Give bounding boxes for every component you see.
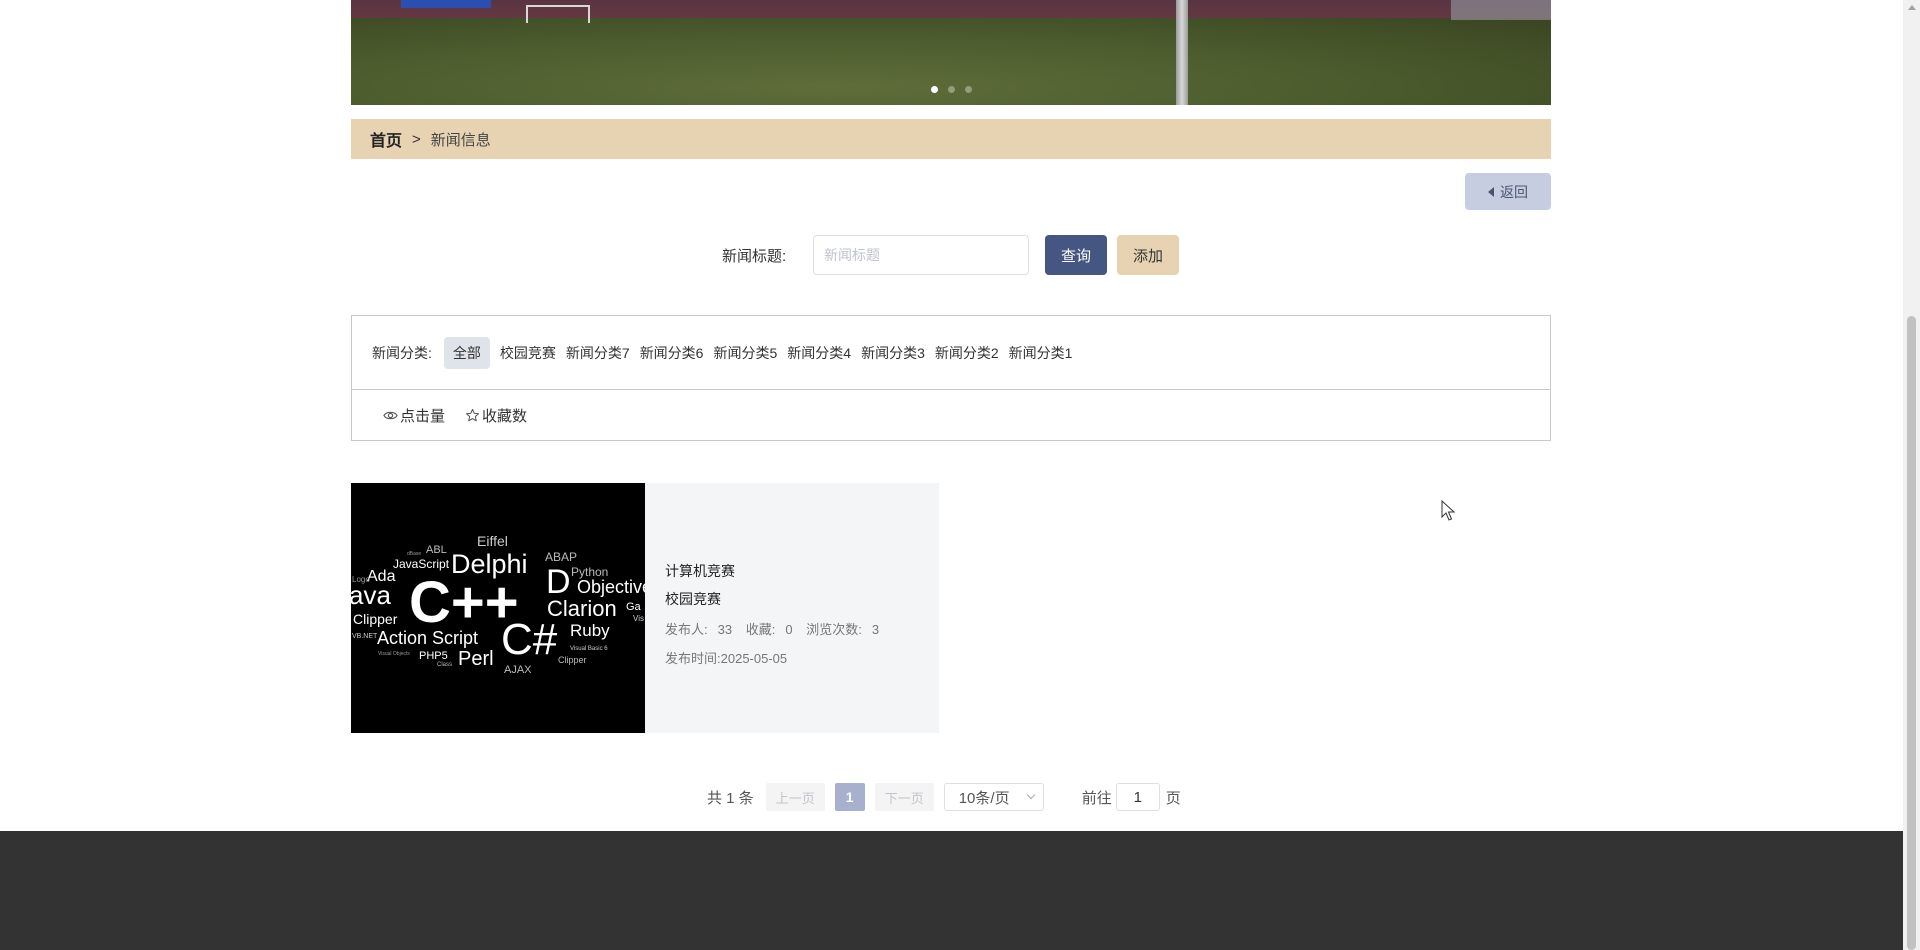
- news-category: 校园竞赛: [665, 591, 721, 607]
- banner-blue-mat: [401, 0, 491, 8]
- views-stat: 浏览次数: 3: [806, 622, 879, 637]
- star-icon: [466, 408, 480, 421]
- breadcrumb: 首页 > 新闻信息: [351, 119, 1551, 159]
- category-item[interactable]: 新闻分类2: [930, 337, 1004, 369]
- prev-page-button[interactable]: 上一页: [765, 783, 825, 811]
- search-input[interactable]: [813, 235, 1029, 275]
- thumb-word: Clipper: [353, 611, 398, 627]
- carousel-dot-3[interactable]: [964, 86, 972, 93]
- sort-by-favorites-label: 收藏数: [482, 407, 528, 425]
- pagination: 共 1 条 上一页 1 下一页 10条/页 前往 页: [707, 783, 1181, 811]
- category-item[interactable]: 新闻分类6: [635, 337, 709, 369]
- breadcrumb-separator: >: [412, 130, 421, 148]
- category-item-all[interactable]: 全部: [443, 336, 490, 369]
- publisher-stat: 发布人: 33: [665, 622, 732, 637]
- thumb-word: Ruby: [570, 621, 610, 640]
- caret-left-icon: [1488, 186, 1494, 197]
- favorites-value: 0: [785, 622, 793, 637]
- query-button[interactable]: 查询: [1045, 235, 1107, 275]
- back-button-label: 返回: [1500, 183, 1528, 200]
- chevron-down-icon: [1026, 790, 1035, 800]
- breadcrumb-home[interactable]: 首页: [370, 127, 402, 151]
- news-thumbnail: Eiffel ABL ABAP JavaScript Delphi Python…: [351, 483, 645, 733]
- filter-panel: 新闻分类: 全部 校园竞赛 新闻分类7 新闻分类6 新闻分类5 新闻分类4 新闻…: [351, 315, 1551, 441]
- sort-by-favorites[interactable]: 收藏数: [465, 405, 527, 426]
- page: 首页 > 新闻信息 返回 新闻标题: 查询 添加 新闻分类: 全部 校园竞赛 新…: [0, 0, 1903, 950]
- thumb-word: AJAX: [504, 664, 532, 676]
- thumb-word: Clarion: [547, 596, 617, 621]
- sort-options: 点击量 收藏数: [352, 390, 1550, 440]
- page-size-select[interactable]: 10条/页: [943, 783, 1044, 811]
- category-filter: 新闻分类: 全部 校园竞赛 新闻分类7 新闻分类6 新闻分类5 新闻分类4 新闻…: [352, 316, 1550, 390]
- thumb-word: Ga: [626, 601, 641, 613]
- carousel-indicators: [351, 86, 1551, 93]
- vertical-scrollbar[interactable]: [1903, 0, 1920, 950]
- pagination-total: 共 1 条: [707, 789, 754, 807]
- thumb-word: VB.NET: [352, 633, 378, 640]
- footer: [0, 831, 1903, 950]
- category-item[interactable]: 新闻分类5: [708, 337, 782, 369]
- publisher-value: 33: [717, 622, 733, 637]
- thumb-word: Logo: [352, 575, 370, 584]
- favorites-stat: 收藏: 0: [746, 622, 793, 637]
- news-stats: 发布人: 33 收藏: 0 浏览次数: 3: [665, 619, 879, 638]
- publish-time: 发布时间:2025-05-05: [665, 648, 879, 667]
- views-value: 3: [871, 622, 880, 637]
- publish-time-value: 2025-05-05: [720, 651, 788, 666]
- scrollbar-thumb[interactable]: [1907, 316, 1916, 950]
- thumb-word: Objective: [577, 577, 645, 597]
- back-button[interactable]: 返回: [1465, 173, 1551, 210]
- breadcrumb-current: 新闻信息: [430, 131, 491, 149]
- banner-carousel[interactable]: [351, 0, 1551, 105]
- thumb-word: ABL: [426, 544, 447, 556]
- sort-by-clicks[interactable]: 点击量: [383, 405, 445, 426]
- thumb-word: Clipper: [558, 655, 587, 665]
- thumb-word: Visual Basic 6: [570, 646, 608, 652]
- category-item[interactable]: 新闻分类7: [561, 337, 635, 369]
- eye-icon: [383, 411, 398, 419]
- publish-time-label: 发布时间:: [665, 651, 721, 666]
- mouse-cursor-icon: [1441, 500, 1455, 521]
- page-size-value: 10条/页: [958, 789, 1010, 807]
- thumb-word: Perl: [458, 648, 494, 670]
- thumb-word: ava: [351, 580, 391, 610]
- page-unit-label: 页: [1165, 789, 1181, 807]
- banner-goal: [526, 5, 590, 23]
- views-label: 浏览次数:: [806, 622, 862, 637]
- news-title[interactable]: 计算机竞赛: [665, 561, 879, 581]
- news-card[interactable]: Eiffel ABL ABAP JavaScript Delphi Python…: [351, 483, 939, 733]
- carousel-dot-1[interactable]: [930, 86, 938, 93]
- carousel-dot-2[interactable]: [947, 86, 955, 93]
- favorites-label: 收藏:: [745, 622, 776, 637]
- scroll-up-icon[interactable]: [1908, 5, 1916, 10]
- next-page-button[interactable]: 下一页: [874, 783, 934, 811]
- sort-by-clicks-label: 点击量: [400, 407, 446, 425]
- news-info: 计算机竞赛 校园竞赛 发布人: 33 收藏: 0 浏览次数: 3 发布时间:2025-…: [665, 561, 879, 667]
- category-item[interactable]: 新闻分类4: [782, 337, 856, 369]
- category-item[interactable]: 校园竞赛: [495, 337, 561, 369]
- thumb-word: Eiffel: [477, 533, 508, 549]
- category-item[interactable]: 新闻分类1: [1004, 337, 1078, 369]
- thumb-word: PHP5: [419, 650, 448, 662]
- thumb-word: Vis: [633, 614, 644, 623]
- goto-label: 前往: [1081, 789, 1112, 807]
- add-button[interactable]: 添加: [1117, 235, 1179, 275]
- goto-page-input[interactable]: [1115, 783, 1160, 811]
- search-label: 新闻标题:: [722, 248, 787, 265]
- page-number-current[interactable]: 1: [834, 783, 865, 811]
- category-item[interactable]: 新闻分类3: [856, 337, 930, 369]
- thumb-word: Action Script: [377, 628, 479, 648]
- thumb-word: Visual Objects: [378, 651, 410, 657]
- thumb-word: dBase: [407, 551, 422, 557]
- thumb-word: Class: [437, 662, 453, 668]
- thumb-word: C#: [501, 615, 558, 664]
- thumb-word: ABAP: [545, 550, 578, 564]
- category-label: 新闻分类:: [372, 344, 432, 361]
- publisher-label: 发布人:: [665, 622, 708, 637]
- banner-stand: [1451, 0, 1551, 20]
